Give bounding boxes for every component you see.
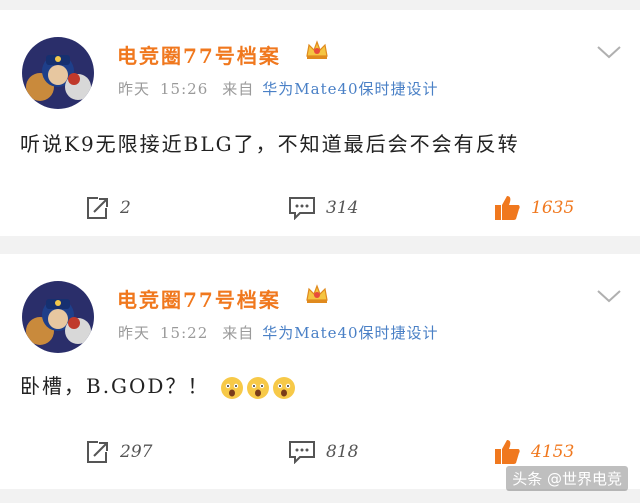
avatar[interactable] xyxy=(22,281,94,353)
post-content: 听说K9无限接近BLG了，不知道最后会不会有反转 xyxy=(20,132,520,156)
post-text: 卧槽，B.GOD？！ xyxy=(20,374,210,398)
emoji-icon xyxy=(246,376,269,399)
weibo-post-1: 电竞圈77号档案 昨天 15:26 来自 华为Mate40保时捷设计 听说K9无限接近… xyxy=(0,10,640,236)
comment-count: 314 xyxy=(326,198,359,218)
post-content: 卧槽，B.GOD？！ xyxy=(20,370,296,400)
from-label: 来自 xyxy=(222,324,255,342)
comment-icon xyxy=(289,441,315,464)
repost-button[interactable]: 297 xyxy=(84,432,152,472)
post-meta: 昨天 15:22 来自 华为Mate40保时捷设计 xyxy=(118,322,439,343)
repost-icon xyxy=(87,441,108,463)
like-button[interactable]: 1635 xyxy=(493,188,574,228)
from-label: 来自 xyxy=(222,80,255,98)
comment-button[interactable]: 818 xyxy=(288,432,358,472)
repost-count: 297 xyxy=(120,442,153,462)
emoji-icon xyxy=(220,376,243,399)
username[interactable]: 电竞圈77号档案 xyxy=(117,284,281,313)
post-meta: 昨天 15:26 来自 华为Mate40保时捷设计 xyxy=(118,78,439,99)
source-link[interactable]: 华为Mate40保时捷设计 xyxy=(262,324,438,342)
repost-count: 2 xyxy=(120,198,131,218)
source-link[interactable]: 华为Mate40保时捷设计 xyxy=(262,80,438,98)
timestamp: 15:22 xyxy=(160,324,209,342)
watermark: 头条 @世界电竞 xyxy=(506,466,628,491)
action-bar: 2 314 1635 xyxy=(0,188,640,228)
like-count: 1635 xyxy=(531,198,575,218)
like-count: 4153 xyxy=(531,442,575,462)
repost-icon xyxy=(87,197,108,219)
weibo-post-2: 电竞圈77号档案 昨天 15:22 来自 华为Mate40保时捷设计 卧槽，B.GOD… xyxy=(0,254,640,489)
comment-button[interactable]: 314 xyxy=(288,188,358,228)
comment-count: 818 xyxy=(326,442,359,462)
username[interactable]: 电竞圈77号档案 xyxy=(117,40,281,69)
comment-icon xyxy=(289,197,315,220)
crown-icon xyxy=(306,40,328,59)
crown-icon xyxy=(306,284,328,303)
timestamp: 15:26 xyxy=(160,80,209,98)
emoji-icon xyxy=(272,376,295,399)
chevron-down-icon[interactable] xyxy=(596,288,622,304)
chevron-down-icon[interactable] xyxy=(596,44,622,60)
time-label: 昨天 xyxy=(118,80,151,98)
repost-button[interactable]: 2 xyxy=(84,188,131,228)
time-label: 昨天 xyxy=(118,324,151,342)
like-icon xyxy=(495,440,520,464)
avatar[interactable] xyxy=(22,37,94,109)
like-icon xyxy=(495,196,520,220)
